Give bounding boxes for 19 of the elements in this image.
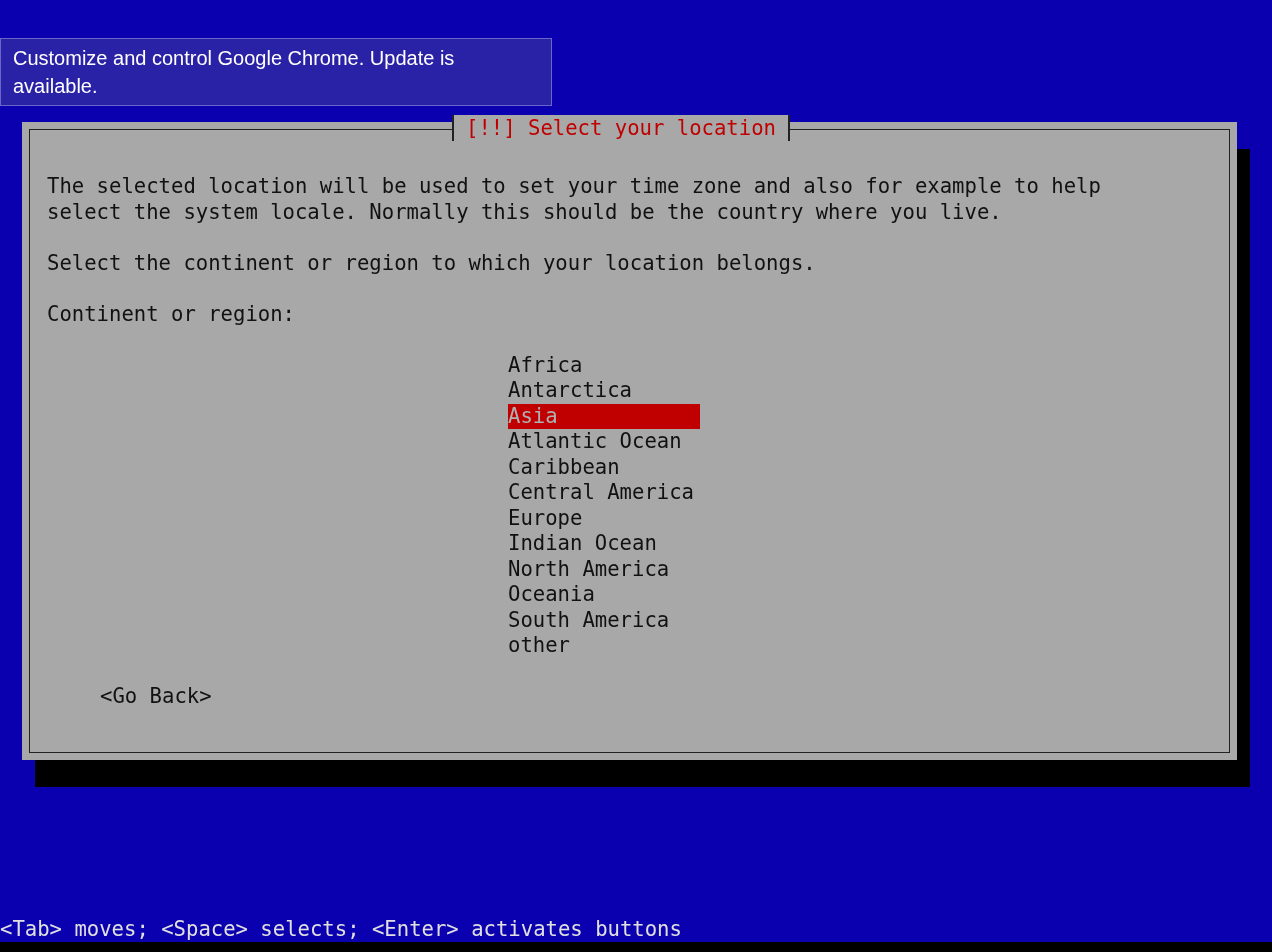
go-back-button[interactable]: <Go Back> — [100, 684, 212, 710]
list-item[interactable]: North America — [508, 556, 700, 582]
list-item[interactable]: Central America — [508, 480, 700, 506]
list-item[interactable]: Africa — [508, 352, 700, 378]
list-item[interactable]: Europe — [508, 505, 700, 531]
list-label: Continent or region: — [47, 301, 296, 327]
list-item[interactable]: South America — [508, 607, 700, 633]
status-hint-text: <Tab> moves; <Space> selects; <Enter> activates buttons — [0, 916, 683, 942]
tooltip: Customize and control Google Chrome. Update is available. — [0, 38, 552, 106]
list-item[interactable]: Caribbean — [508, 454, 700, 480]
list-item[interactable]: other — [508, 633, 700, 659]
list-item[interactable]: Antarctica — [508, 378, 700, 404]
description-line: The selected location will be used to set your time zone and also for example to help — [47, 174, 1102, 200]
list-item[interactable]: Indian Ocean — [508, 531, 700, 557]
dialog-title: [!!] Select your location — [452, 115, 790, 141]
description-line: select the system locale. Normally this should be the country where you live. — [47, 199, 1003, 225]
list-item[interactable]: Atlantic Ocean — [508, 429, 700, 455]
list-item[interactable]: Oceania — [508, 582, 700, 608]
instruction-text: Select the continent or region to which your location belongs. — [47, 250, 817, 276]
